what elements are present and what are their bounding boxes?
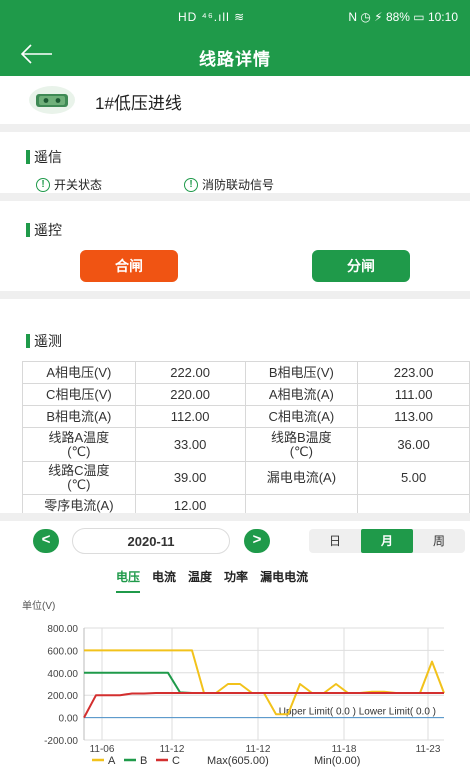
y-tick-label: 200.00	[47, 691, 78, 702]
switchgear-device-icon	[29, 86, 75, 114]
remote-control-title: 遥控	[34, 222, 62, 238]
voltage-line-chart: 800.00 600.00 400.00 200.00 0.00 -200.00 11-06…	[44, 624, 445, 767]
x-tick-label: 11-06	[90, 744, 115, 755]
period-day-tab[interactable]: 日	[309, 529, 361, 553]
divider	[0, 513, 470, 521]
series-line-a	[84, 649, 445, 716]
series-line-b	[84, 671, 444, 694]
date-selector: < 2020-11 > 日 月 周	[0, 526, 470, 556]
tab-temperature[interactable]: 温度	[188, 568, 212, 593]
tab-leakage-current[interactable]: 漏电电流	[260, 568, 308, 593]
divider	[0, 291, 470, 299]
measure-value: 113.00	[357, 405, 470, 428]
telemetry-table: A相电压(V) 222.00 B相电压(V) 223.00 C相电压(V) 22…	[22, 361, 470, 517]
y-tick-label: 0.00	[59, 714, 79, 725]
measure-value: 220.00	[134, 383, 246, 406]
table-row: 线路A温度 (℃) 33.00 线路B温度 (℃) 36.00	[22, 427, 470, 462]
tab-power[interactable]: 功率	[224, 568, 248, 593]
table-row: A相电压(V) 222.00 B相电压(V) 223.00	[22, 361, 470, 384]
next-month-button[interactable]: >	[244, 529, 270, 553]
switch-status-indicator: ! 开关状态	[36, 176, 102, 193]
measure-value: 111.00	[357, 383, 470, 406]
period-switch: 日 月 周	[309, 529, 465, 553]
telemetry-title: 遥测	[34, 333, 62, 349]
app-bar: 线路详情	[0, 34, 470, 76]
chart-tabs: 电压 电流 温度 功率 漏电电流	[116, 568, 320, 593]
measure-label: 漏电电流(A)	[244, 461, 359, 495]
measure-label: 线路C温度 (℃)	[22, 461, 136, 495]
x-tick-label: 11-12	[160, 744, 185, 755]
measure-label: A相电压(V)	[22, 361, 136, 384]
device-name: 1#低压进线	[95, 94, 182, 113]
x-tick-label: 11-23	[416, 744, 441, 755]
info-icon: !	[36, 177, 50, 192]
tab-voltage[interactable]: 电压	[116, 568, 141, 593]
measure-value: 39.00	[134, 461, 246, 495]
table-row: 线路C温度 (℃) 39.00 漏电电流(A) 5.00	[22, 461, 470, 495]
measure-value: 222.00	[134, 361, 246, 384]
measure-label: B相电流(A)	[22, 405, 136, 428]
y-tick-label: -200.00	[44, 736, 78, 747]
date-picker[interactable]: 2020-11	[72, 528, 230, 554]
legend-label: B	[140, 755, 147, 767]
divider	[0, 193, 470, 201]
fire-link-indicator: ! 消防联动信号	[184, 176, 274, 193]
legend-label: A	[108, 755, 116, 767]
close-switch-button[interactable]: 合闸	[80, 250, 178, 282]
remote-control-header: 遥控	[26, 220, 62, 240]
table-row: B相电流(A) 112.00 C相电流(A) 113.00	[22, 405, 470, 428]
device-header: 1#低压进线	[0, 76, 470, 124]
signal-label: 开关状态	[54, 178, 103, 192]
limit-label: Upper Limit( 0.0 ) Lower Limit( 0.0 )	[279, 707, 436, 718]
remote-signal-header: 遥信	[26, 147, 62, 167]
divider	[0, 124, 470, 132]
measure-label: 线路A温度 (℃)	[22, 427, 136, 462]
measure-value: 112.00	[134, 405, 246, 428]
measure-label: A相电流(A)	[244, 383, 359, 406]
page-title: 线路详情	[199, 50, 271, 69]
remote-signal-title: 遥信	[34, 149, 62, 165]
x-tick-label: 11-12	[246, 744, 271, 755]
legend-label: C	[172, 755, 180, 767]
signal-label: 消防联动信号	[202, 178, 275, 192]
status-bar: HD ⁴⁶.ıll ≋ N ◷ ⚡ 88% ▭ 10:10	[0, 0, 470, 34]
measure-value: 33.00	[134, 427, 246, 462]
measure-label: C相电流(A)	[244, 405, 359, 428]
measure-value: 223.00	[357, 361, 470, 384]
measure-label: C相电压(V)	[22, 383, 136, 406]
measure-value: 36.00	[357, 427, 470, 462]
table-row: C相电压(V) 220.00 A相电流(A) 111.00	[22, 383, 470, 406]
period-month-tab[interactable]: 月	[361, 529, 413, 553]
info-icon: !	[184, 177, 198, 192]
measure-label: 线路B温度 (℃)	[244, 427, 359, 462]
telemetry-header: 遥测	[26, 331, 62, 351]
tab-current[interactable]: 电流	[152, 568, 176, 593]
measure-label: B相电压(V)	[244, 361, 359, 384]
legend-min-value: Min(0.00)	[314, 755, 360, 767]
y-tick-label: 400.00	[47, 669, 78, 680]
battery-clock: N ◷ ⚡ 88% ▭ 10:10	[348, 10, 458, 24]
y-tick-label: 800.00	[47, 624, 78, 635]
chart-unit-label: 单位(V)	[22, 601, 56, 612]
legend-max-value: Max(605.00)	[207, 755, 269, 767]
measure-value: 5.00	[357, 461, 470, 495]
open-switch-button[interactable]: 分闸	[312, 250, 410, 282]
x-tick-label: 11-18	[332, 744, 357, 755]
period-week-tab[interactable]: 周	[413, 529, 465, 553]
prev-month-button[interactable]: <	[33, 529, 59, 553]
network-status: HD ⁴⁶.ıll ≋	[178, 10, 246, 24]
y-tick-label: 600.00	[47, 646, 78, 657]
